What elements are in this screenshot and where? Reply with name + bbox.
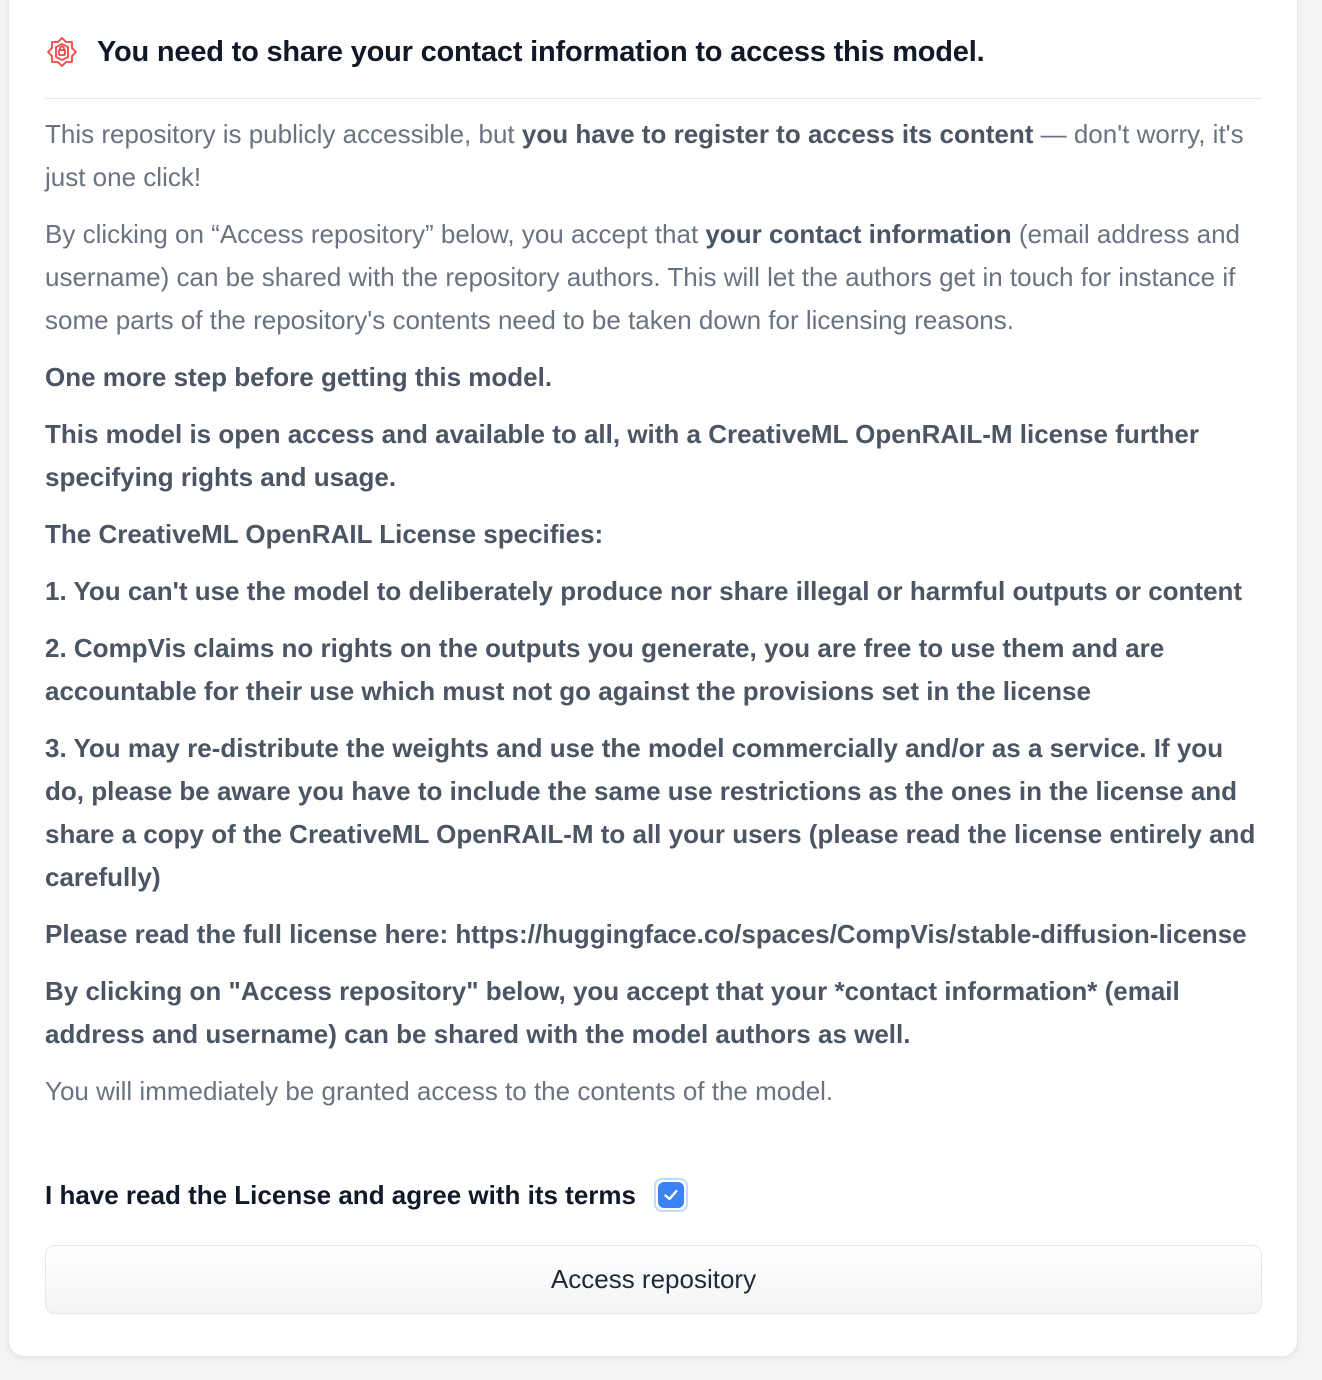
gated-lock-icon — [45, 35, 79, 69]
license-term-2: 2. CompVis claims no rights on the outpu… — [45, 633, 1165, 706]
prompt-paragraph: This model is open access and available … — [45, 419, 1199, 492]
access-repository-button[interactable]: Access repository — [45, 1245, 1262, 1314]
access-gate-card: You need to share your contact informati… — [8, 0, 1298, 1357]
immediate-access-note: You will immediately be granted access t… — [45, 1076, 834, 1106]
agree-checkbox[interactable] — [654, 1178, 688, 1212]
consent-paragraph: By clicking on “Access repository” below… — [45, 213, 1262, 342]
license-link-paragraph: Please read the full license here: https… — [45, 919, 1247, 949]
prompt-paragraph: The CreativeML OpenRAIL License specifie… — [45, 519, 604, 549]
gate-title: You need to share your contact informati… — [97, 35, 985, 68]
intro-paragraph: This repository is publicly accessible, … — [45, 113, 1262, 199]
prompt-paragraph: By clicking on "Access repository" below… — [45, 976, 1180, 1049]
license-term-1: 1. You can't use the model to deliberate… — [45, 576, 1243, 606]
gate-header: You need to share your contact informati… — [45, 0, 1262, 99]
prompt-paragraph: One more step before getting this model. — [45, 362, 553, 392]
access-gate-content: You need to share your contact informati… — [45, 0, 1262, 1314]
intro-text-bold: you have to register to access its conte… — [521, 119, 1034, 149]
gate-body: This repository is publicly accessible, … — [45, 113, 1262, 1113]
agree-row: I have read the License and agree with i… — [45, 1175, 1262, 1215]
agree-label[interactable]: I have read the License and agree with i… — [45, 1180, 636, 1211]
license-term-3: 3. You may re-distribute the weights and… — [45, 733, 1256, 892]
checkmark-icon — [658, 1182, 684, 1208]
consent-text-bold: your contact information — [705, 219, 1012, 249]
intro-text-start: This repository is publicly accessible, … — [45, 119, 522, 149]
consent-text-start: By clicking on “Access repository” below… — [45, 219, 706, 249]
